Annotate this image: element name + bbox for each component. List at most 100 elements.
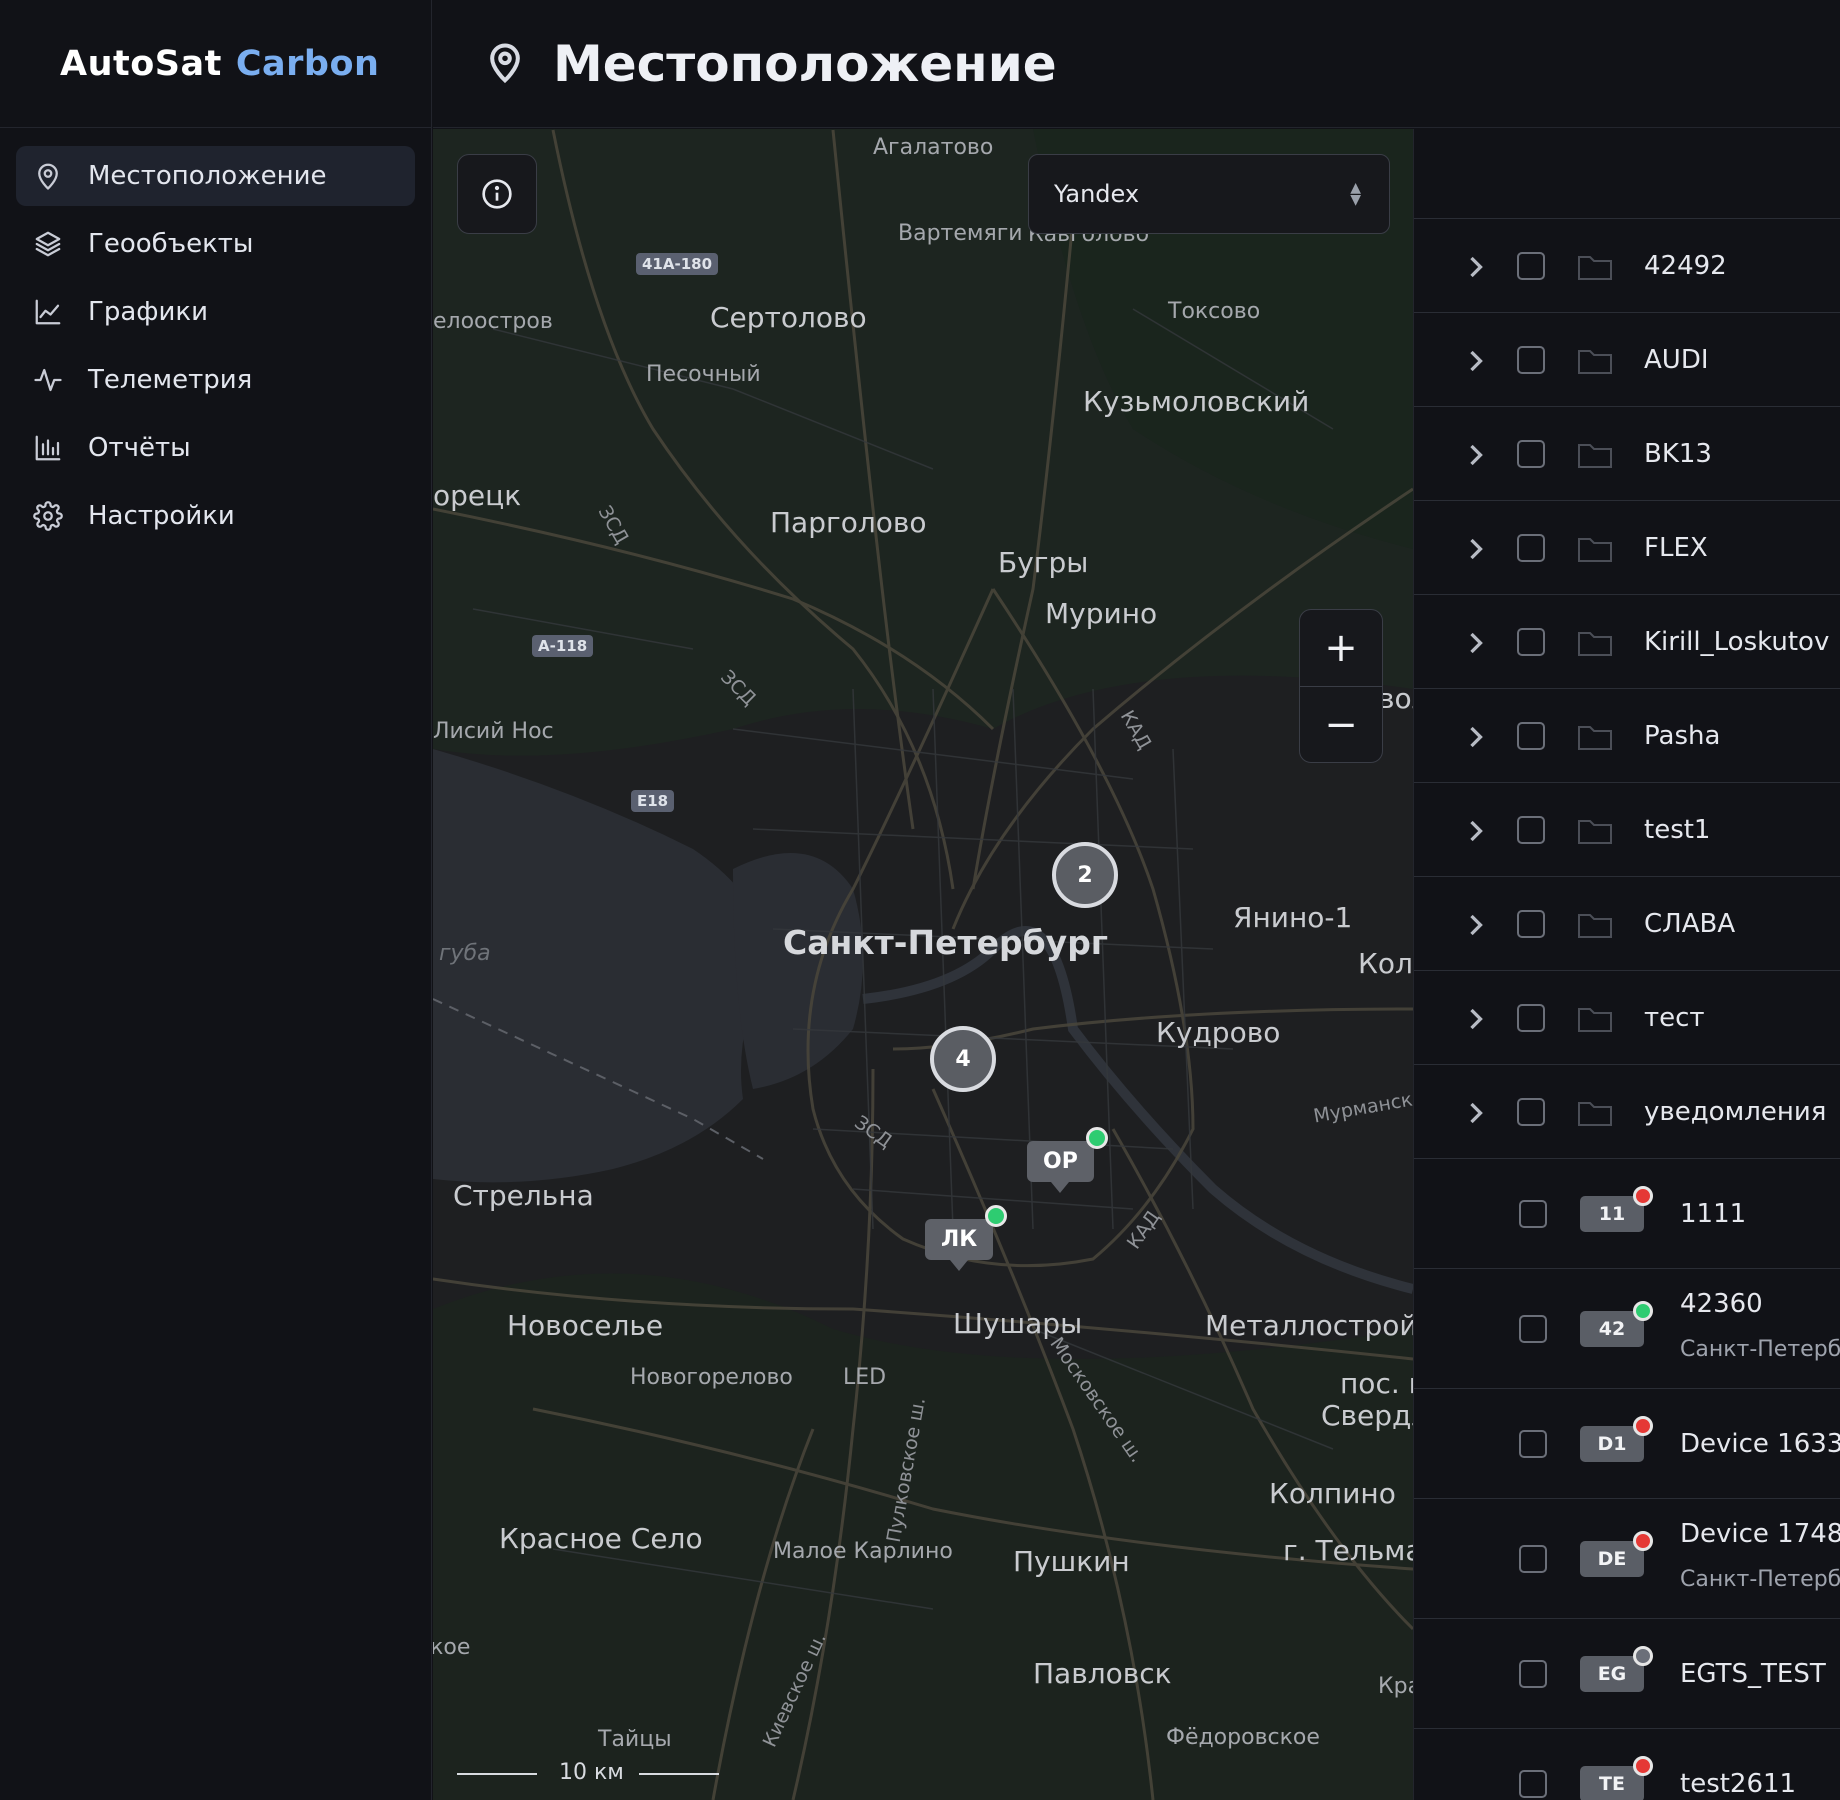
device-row[interactable]: EG EGTS_TEST [1414,1619,1840,1729]
map-vehicle-marker[interactable]: ОР [1027,1127,1108,1193]
folder-row[interactable]: AUDI [1414,313,1840,407]
brand-logo[interactable]: AutoSat Carbon [0,0,431,128]
marker-label: ОР [1043,1149,1078,1174]
folder-icon [1577,533,1613,563]
map-info-button[interactable] [457,154,537,234]
nav-item-charts[interactable]: Графики [16,282,415,342]
folder-row[interactable]: тест [1414,971,1840,1065]
map-label: Лисий Нос [433,719,554,744]
chevron-right-icon[interactable] [1467,631,1485,654]
chevron-right-icon[interactable] [1467,1101,1485,1124]
folder-row[interactable]: Pasha [1414,689,1840,783]
folder-checkbox[interactable] [1517,721,1545,750]
device-checkbox[interactable] [1519,1314,1547,1343]
page-title: Местоположение [553,34,1057,93]
sidebar: AutoSat Carbon Местоположение Геообъекты… [0,0,432,1800]
folder-checkbox[interactable] [1517,815,1545,844]
map-label: Кудрово [1156,1016,1281,1049]
bar-chart-icon [32,432,64,464]
chevron-up-down-icon: ▲ ▼ [1350,180,1361,208]
folder-row[interactable]: 42492 [1414,219,1840,313]
nav-item-location[interactable]: Местоположение [16,146,415,206]
nav-item-label: Графики [88,297,209,327]
device-row[interactable]: 11 1111 [1414,1159,1840,1269]
map-label: Колпино [1269,1477,1396,1510]
device-row[interactable]: DE Device 17485 Санкт-Петербу [1414,1499,1840,1619]
chevron-right-icon[interactable] [1467,255,1485,278]
panel-header [1414,129,1840,219]
map-cluster[interactable]: 4 [930,1026,996,1092]
map-view[interactable]: Агалатово Вартемяги Кавголово елоостров … [433,129,1413,1800]
folder-name: тест [1644,1002,1705,1033]
folder-checkbox[interactable] [1517,251,1545,280]
device-row[interactable]: D1 Device 16333 [1414,1389,1840,1499]
status-dot [1085,1127,1108,1149]
device-checkbox[interactable] [1519,1659,1547,1688]
device-checkbox[interactable] [1519,1544,1547,1573]
folder-checkbox[interactable] [1517,533,1545,562]
folder-row[interactable]: Kirill_Loskutov [1414,595,1840,689]
map-cluster[interactable]: 2 [1052,842,1118,908]
status-dot [1633,1415,1653,1436]
nav-item-geoobjects[interactable]: Геообъекты [16,214,415,274]
folder-icon [1577,909,1613,939]
folder-checkbox[interactable] [1517,439,1545,468]
nav-item-telemetry[interactable]: Телеметрия [16,350,415,410]
folder-checkbox[interactable] [1517,345,1545,374]
folder-name: Pasha [1644,720,1721,751]
device-checkbox[interactable] [1519,1769,1547,1798]
folder-checkbox[interactable] [1517,1097,1545,1126]
folder-row[interactable]: test1 [1414,783,1840,877]
map-layer-value: Yandex [1054,180,1140,208]
map-zoom-control: + − [1299,609,1383,763]
device-badge: EG [1597,1662,1627,1685]
folder-icon [1577,251,1613,281]
map-layer-select[interactable]: Yandex ▲ ▼ [1028,154,1390,234]
folder-row[interactable]: уведомления [1414,1065,1840,1159]
folder-icon [1577,627,1613,657]
map-label: Парголово [770,506,927,539]
folder-checkbox[interactable] [1517,909,1545,938]
nav-item-settings[interactable]: Настройки [16,486,415,546]
activity-icon [32,364,64,396]
folder-name: test1 [1644,814,1711,845]
map-label: Песочный [646,362,761,387]
map-label: Янино-1 [1233,901,1353,934]
device-checkbox[interactable] [1519,1429,1547,1458]
map-vehicle-marker[interactable]: ЛК [925,1205,1008,1271]
device-avatar: EG [1580,1645,1653,1692]
brand-name-part2: Carbon [235,43,380,84]
zoom-in-button[interactable]: + [1300,610,1382,686]
folder-row[interactable]: FLEX [1414,501,1840,595]
chevron-right-icon[interactable] [1467,913,1485,936]
device-row[interactable]: 42 42360 Санкт-Петербу [1414,1269,1840,1389]
device-name: 1111 [1680,1199,1747,1229]
folder-row[interactable]: BK13 [1414,407,1840,501]
map-label: Новоселье [507,1309,664,1342]
road-badge: А-118 [532,635,594,657]
map-label: пос. и [1340,1367,1413,1400]
map-label: елоостров [433,309,553,334]
brand-name-part1: AutoSat [60,43,222,84]
folder-row[interactable]: СЛАВА [1414,877,1840,971]
nav-item-reports[interactable]: Отчёты [16,418,415,478]
folder-checkbox[interactable] [1517,627,1545,656]
chevron-right-icon[interactable] [1467,349,1485,372]
chevron-right-icon[interactable] [1467,1007,1485,1030]
chevron-right-icon[interactable] [1467,537,1485,560]
chevron-right-icon[interactable] [1467,725,1485,748]
device-row[interactable]: TE test2611 [1414,1729,1840,1800]
map-scale: 10 км [457,1760,719,1790]
folder-checkbox[interactable] [1517,1003,1545,1032]
nav-item-label: Местоположение [88,161,327,191]
map-pin-icon [32,160,64,192]
chevron-right-icon[interactable] [1467,443,1485,466]
zoom-out-button[interactable]: − [1300,687,1382,763]
map-pin-icon [483,40,527,88]
device-checkbox[interactable] [1519,1199,1547,1228]
device-name: 42360 [1680,1289,1763,1319]
device-badge: TE [1599,1772,1625,1795]
nav-item-label: Телеметрия [88,365,253,395]
info-icon [482,179,512,209]
chevron-right-icon[interactable] [1467,819,1485,842]
